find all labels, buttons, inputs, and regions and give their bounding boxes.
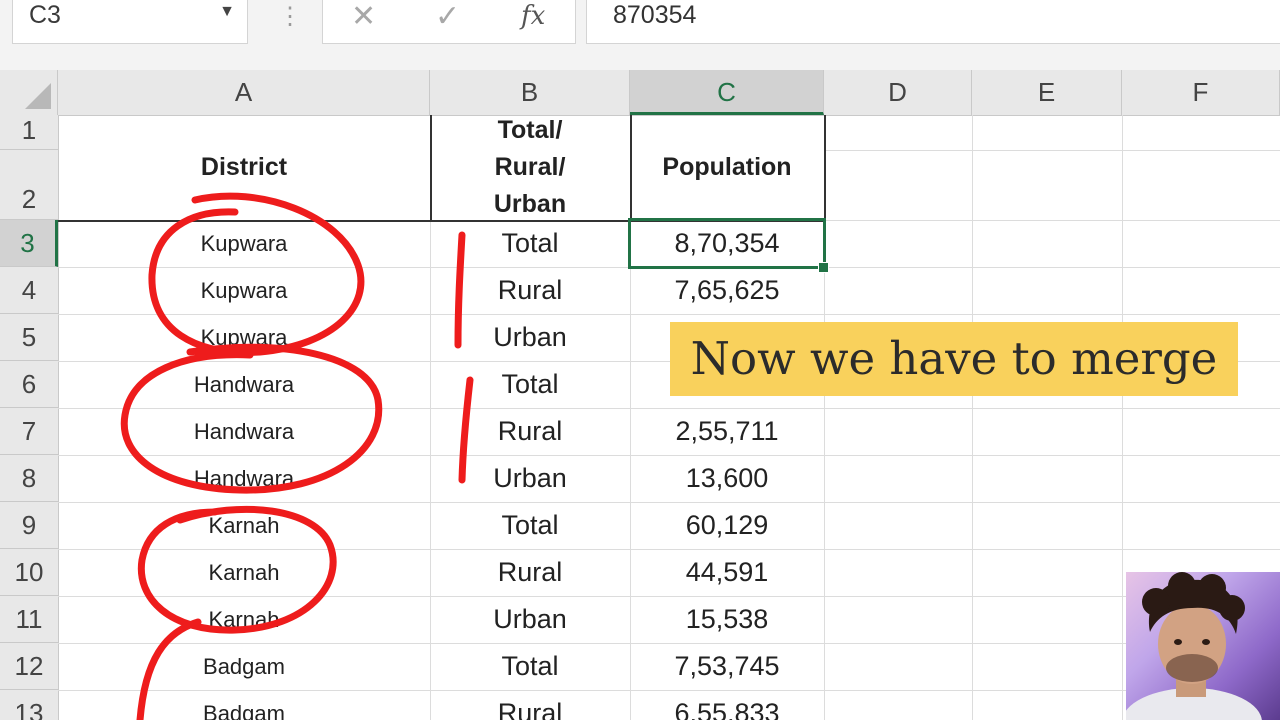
header-type-line2: Rural/	[494, 153, 566, 181]
row-header-13[interactable]: 13	[0, 690, 58, 720]
type-cell[interactable]: Urban	[430, 455, 630, 502]
district-cell[interactable]: Karnah	[58, 596, 430, 643]
gridline	[972, 115, 973, 720]
gridline	[824, 150, 1280, 151]
type-cell[interactable]: Rural	[430, 549, 630, 596]
worksheet-grid[interactable]: District Total/ Rural/ Urban Population …	[58, 115, 1280, 720]
annotation-note: Now we have to merge	[670, 322, 1238, 396]
column-header-f[interactable]: F	[1122, 70, 1280, 115]
webcam-presenter-thumbnail	[1126, 572, 1280, 720]
gridline	[824, 220, 1280, 221]
type-cell[interactable]: Rural	[430, 267, 630, 314]
row-header-2[interactable]: 2	[0, 150, 58, 220]
chevron-down-icon[interactable]: ▼	[219, 3, 235, 21]
drag-handle-icon[interactable]: ⋮	[278, 2, 302, 31]
gridline	[1122, 115, 1123, 720]
header-type-line3: Urban	[493, 190, 567, 218]
population-cell[interactable]: 7,53,745	[630, 643, 824, 690]
header-population-cell[interactable]: Population	[630, 115, 824, 220]
district-cell[interactable]: Karnah	[58, 549, 430, 596]
row-header-3[interactable]: 3	[0, 220, 58, 267]
type-cell[interactable]: Urban	[430, 596, 630, 643]
excel-window: C3 ▼ ⋮ ✕ ✓ fx 870354 A B C D E F 1 2 3 4…	[0, 0, 1280, 720]
population-cell[interactable]: 15,538	[630, 596, 824, 643]
column-header-bar: A B C D E F	[0, 70, 1280, 116]
column-header-e[interactable]: E	[972, 70, 1122, 115]
formula-input[interactable]: 870354	[586, 0, 1280, 44]
type-cell[interactable]: Total	[430, 361, 630, 408]
district-cell[interactable]: Handwara	[58, 455, 430, 502]
population-cell[interactable]: 60,129	[630, 502, 824, 549]
row-header-7[interactable]: 7	[0, 408, 58, 455]
row-header-1[interactable]: 1	[0, 115, 58, 150]
name-box[interactable]: C3 ▼	[12, 0, 248, 44]
active-cell-selection[interactable]	[628, 218, 826, 269]
population-cell[interactable]: 13,600	[630, 455, 824, 502]
header-type-line1: Total/	[497, 116, 563, 144]
formula-buttons: ✕ ✓ fx	[322, 0, 576, 44]
population-cell[interactable]: 2,55,711	[630, 408, 824, 455]
row-header-11[interactable]: 11	[0, 596, 58, 643]
type-cell[interactable]: Rural	[430, 690, 630, 720]
district-cell[interactable]: Badgam	[58, 643, 430, 690]
column-header-a[interactable]: A	[58, 70, 430, 115]
formula-value: 870354	[613, 1, 697, 29]
population-cell[interactable]: 44,591	[630, 549, 824, 596]
type-cell[interactable]: Total	[430, 220, 630, 267]
select-all-button[interactable]	[0, 70, 58, 115]
type-cell[interactable]: Urban	[430, 314, 630, 361]
row-header-12[interactable]: 12	[0, 643, 58, 690]
district-cell[interactable]: Kupwara	[58, 220, 430, 267]
row-header-9[interactable]: 9	[0, 502, 58, 549]
type-cell[interactable]: Rural	[430, 408, 630, 455]
column-header-b[interactable]: B	[430, 70, 630, 115]
district-cell[interactable]: Handwara	[58, 361, 430, 408]
row-header-5[interactable]: 5	[0, 314, 58, 361]
fill-handle[interactable]	[818, 262, 829, 273]
insert-function-icon[interactable]: fx	[521, 1, 545, 31]
header-population-label: Population	[662, 153, 792, 181]
select-all-icon	[25, 83, 51, 109]
population-cell[interactable]: 6,55,833	[630, 690, 824, 720]
presenter-avatar-icon	[1126, 572, 1262, 720]
row-header-10[interactable]: 10	[0, 549, 58, 596]
column-header-c[interactable]: C	[630, 70, 824, 115]
header-type-cell[interactable]: Total/ Rural/ Urban	[430, 115, 630, 220]
name-box-reference: C3	[29, 1, 61, 29]
type-cell[interactable]: Total	[430, 643, 630, 690]
column-header-d[interactable]: D	[824, 70, 972, 115]
header-district-cell[interactable]: District	[58, 115, 430, 220]
district-cell[interactable]: Kupwara	[58, 314, 430, 361]
type-cell[interactable]: Total	[430, 502, 630, 549]
district-cell[interactable]: Handwara	[58, 408, 430, 455]
row-header-6[interactable]: 6	[0, 361, 58, 408]
row-header-4[interactable]: 4	[0, 267, 58, 314]
row-header-8[interactable]: 8	[0, 455, 58, 502]
cancel-icon[interactable]: ✕	[351, 0, 376, 34]
formula-bar: C3 ▼ ⋮ ✕ ✓ fx 870354	[0, 0, 1280, 70]
population-cell[interactable]: 7,65,625	[630, 267, 824, 314]
row-header-bar: 1 2 3 4 5 6 7 8 9 10 11 12 13	[0, 115, 59, 720]
district-cell[interactable]: Karnah	[58, 502, 430, 549]
enter-icon[interactable]: ✓	[435, 0, 460, 34]
district-cell[interactable]: Badgam	[58, 690, 430, 720]
district-cell[interactable]: Kupwara	[58, 267, 430, 314]
header-district-label: District	[200, 153, 288, 181]
